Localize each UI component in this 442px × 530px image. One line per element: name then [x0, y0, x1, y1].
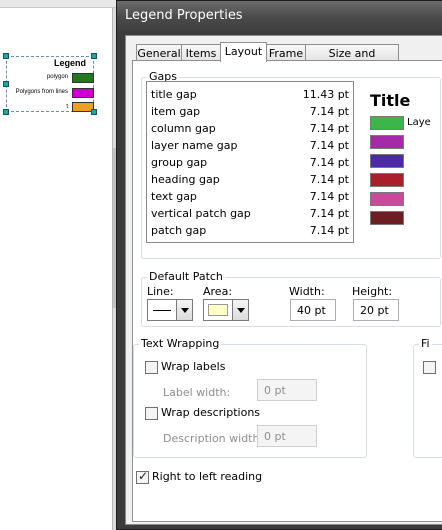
- wrap-labels-label[interactable]: Wrap labels: [161, 360, 225, 373]
- line-patch-preview: [153, 310, 171, 311]
- gap-row-layer-name-gap[interactable]: layer name gap 7.14 pt: [151, 137, 349, 154]
- right-to-left-checkbox[interactable]: [136, 469, 149, 484]
- gap-value: 7.14 pt: [309, 105, 349, 118]
- wrap-descriptions-checkbox[interactable]: [145, 407, 158, 420]
- dialog-titlebar[interactable]: Legend Properties: [117, 1, 442, 31]
- legend-item-patch: [72, 88, 94, 98]
- legend-item-label: polygon: [46, 74, 68, 80]
- fitting-group-label: Fi: [419, 337, 432, 350]
- area-patch-dropdown[interactable]: [203, 299, 249, 321]
- gap-value: 7.14 pt: [309, 190, 349, 203]
- tab-size-and-position[interactable]: Size and Position: [305, 44, 399, 73]
- text-wrapping-group-label: Text Wrapping: [139, 337, 222, 350]
- width-field[interactable]: 40 pt: [290, 299, 336, 321]
- legend-properties-dialog: Legend Properties General Items Layout F…: [116, 0, 442, 530]
- line-label: Line:: [147, 285, 174, 298]
- label-width-label: Label width:: [163, 386, 231, 399]
- gap-name: heading gap: [151, 173, 220, 186]
- preview-patch: [370, 192, 404, 206]
- height-label: Height:: [352, 285, 393, 298]
- legend-title: Legend: [54, 58, 87, 68]
- gap-row-title-gap[interactable]: title gap 11.43 pt: [151, 86, 349, 103]
- gap-value: 7.14 pt: [309, 207, 349, 220]
- preview-patch: [370, 135, 404, 149]
- gap-row-text-gap[interactable]: text gap 7.14 pt: [151, 188, 349, 205]
- gap-value: 11.43 pt: [302, 88, 349, 101]
- gap-name: layer name gap: [151, 139, 238, 152]
- gap-value: 7.14 pt: [309, 173, 349, 186]
- width-label: Width:: [289, 285, 325, 298]
- canvas-ruler: [0, 0, 120, 8]
- gap-row-column-gap[interactable]: column gap 7.14 pt: [151, 120, 349, 137]
- legend-item-patch: [72, 73, 94, 83]
- preview-patch: [370, 116, 404, 130]
- description-width-field[interactable]: 0 pt: [257, 425, 317, 447]
- selection-handle-w[interactable]: [3, 81, 9, 87]
- preview-patch: [370, 173, 404, 187]
- gap-row-item-gap[interactable]: item gap 7.14 pt: [151, 103, 349, 120]
- description-width-label: Description width:: [163, 432, 264, 445]
- gap-row-group-gap[interactable]: group gap 7.14 pt: [151, 154, 349, 171]
- tab-items[interactable]: Items: [181, 44, 221, 61]
- gaps-list[interactable]: title gap 11.43 pt item gap 7.14 pt column…: [146, 81, 354, 243]
- right-to-left-label[interactable]: Right to left reading: [152, 470, 262, 483]
- gap-value: 7.14 pt: [309, 156, 349, 169]
- height-field[interactable]: 20 pt: [353, 299, 399, 321]
- area-label: Area:: [203, 285, 233, 298]
- preview-title: Title: [370, 91, 411, 110]
- selection-handle-se[interactable]: [91, 109, 97, 115]
- default-patch-group-label: Default Patch: [147, 270, 225, 283]
- tab-frame[interactable]: Frame: [266, 44, 306, 61]
- wrap-labels-checkbox[interactable]: [145, 361, 158, 374]
- preview-patch: [370, 154, 404, 168]
- preview-layer-label: Laye: [407, 117, 431, 128]
- gap-name: title gap: [151, 88, 197, 101]
- tab-layout[interactable]: Layout: [220, 42, 267, 62]
- line-patch-dropdown[interactable]: [147, 299, 193, 321]
- gap-name: patch gap: [151, 224, 207, 237]
- gap-row-patch-gap[interactable]: patch gap 7.14 pt: [151, 222, 349, 239]
- gap-value: 7.14 pt: [309, 139, 349, 152]
- gap-name: column gap: [151, 122, 216, 135]
- chevron-down-icon[interactable]: [232, 300, 248, 320]
- gap-row-vertical-patch-gap[interactable]: vertical patch gap 7.14 pt: [151, 205, 349, 222]
- gap-name: vertical patch gap: [151, 207, 251, 220]
- area-patch-swatch: [208, 304, 228, 316]
- dialog-title: Legend Properties: [125, 8, 243, 23]
- label-width-field[interactable]: 0 pt: [257, 379, 317, 401]
- tab-general[interactable]: General: [136, 44, 182, 61]
- selection-handle-nw[interactable]: [3, 53, 9, 59]
- preview-patch: [370, 211, 404, 225]
- layout-tab-panel: Gaps title gap 11.43 pt item gap 7.14 pt c…: [132, 60, 442, 522]
- gap-value: 7.14 pt: [309, 122, 349, 135]
- dialog-body: General Items Layout Frame Size and Posi…: [125, 35, 442, 525]
- gap-name: group gap: [151, 156, 208, 169]
- gap-value: 7.14 pt: [309, 224, 349, 237]
- gap-name: text gap: [151, 190, 197, 203]
- selection-handle-ne[interactable]: [91, 53, 97, 59]
- chevron-down-icon[interactable]: [176, 300, 192, 320]
- wrap-descriptions-label[interactable]: Wrap descriptions: [161, 406, 260, 419]
- legend-item-label: t: [66, 104, 68, 110]
- gap-name: item gap: [151, 105, 201, 118]
- gap-row-heading-gap[interactable]: heading gap 7.14 pt: [151, 171, 349, 188]
- fitting-checkbox[interactable]: [423, 361, 436, 374]
- legend-item-label: Polygons from lines: [15, 89, 68, 95]
- selection-handle-sw[interactable]: [3, 109, 9, 115]
